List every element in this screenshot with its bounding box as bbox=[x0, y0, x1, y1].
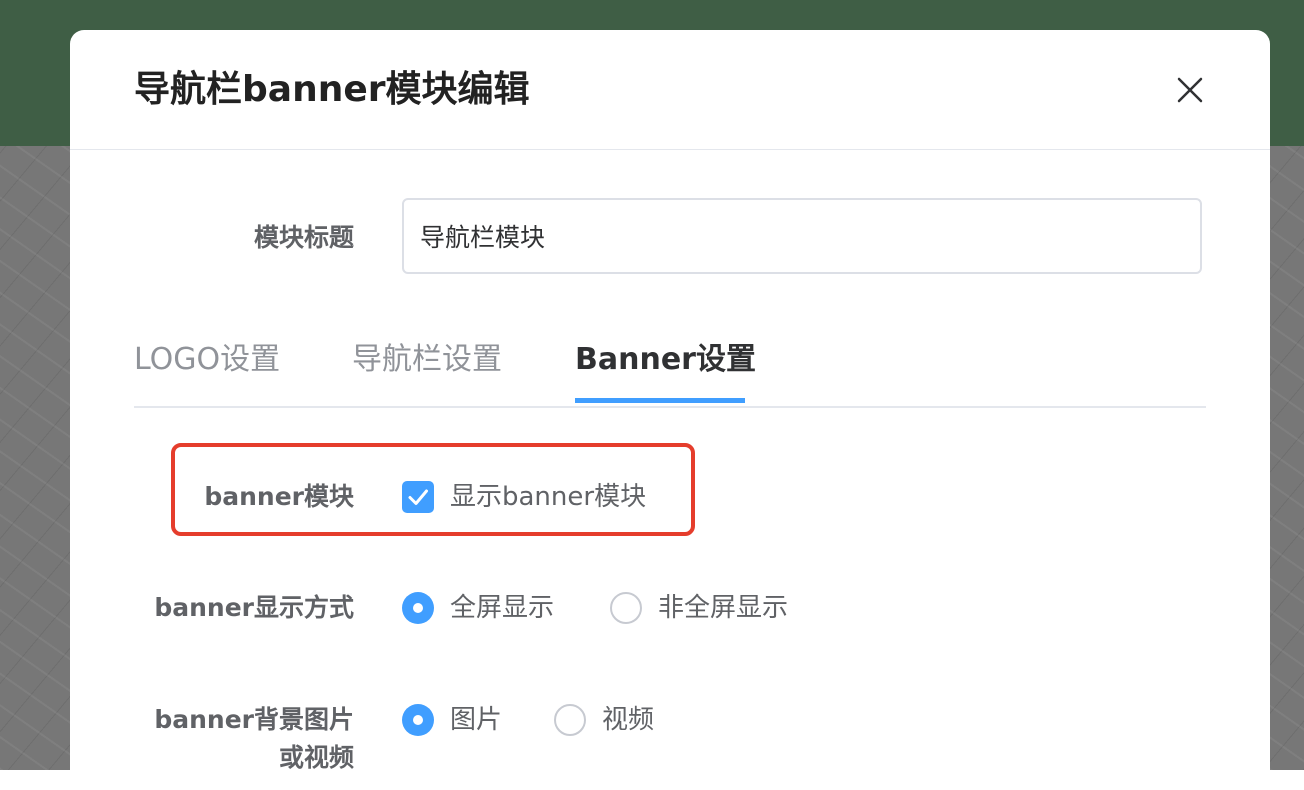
radio-video[interactable] bbox=[554, 704, 586, 736]
show-banner-checkbox-label[interactable]: 显示banner模块 bbox=[450, 481, 646, 513]
banner-background-label-line2: 或视频 bbox=[278, 743, 354, 772]
check-icon bbox=[408, 489, 428, 505]
module-title-label: 模块标题 bbox=[253, 223, 354, 252]
close-icon bbox=[1177, 77, 1203, 103]
settings-tabs: LOGO设置 导航栏设置 Banner设置 bbox=[134, 330, 1206, 408]
banner-edit-dialog: 导航栏banner模块编辑 模块标题 LOGO设置 导航栏设置 Banner设置… bbox=[70, 30, 1270, 790]
radio-image-label[interactable]: 图片 bbox=[450, 704, 502, 736]
banner-background-label-line1: banner背景图片 bbox=[154, 705, 354, 734]
radio-fullscreen[interactable] bbox=[402, 592, 434, 624]
radio-video-label[interactable]: 视频 bbox=[602, 704, 654, 736]
radio-fullscreen-label[interactable]: 全屏显示 bbox=[450, 592, 554, 624]
dialog-title: 导航栏banner模块编辑 bbox=[134, 69, 530, 110]
tab-logo-settings[interactable]: LOGO设置 bbox=[134, 338, 280, 382]
module-title-input[interactable] bbox=[402, 198, 1202, 274]
radio-non-fullscreen-label[interactable]: 非全屏显示 bbox=[658, 592, 788, 624]
tab-banner-settings[interactable]: Banner设置 bbox=[575, 338, 756, 382]
banner-module-label: banner模块 bbox=[204, 482, 354, 511]
tab-navbar-settings[interactable]: 导航栏设置 bbox=[352, 338, 502, 382]
radio-non-fullscreen[interactable] bbox=[610, 592, 642, 624]
show-banner-checkbox[interactable] bbox=[402, 481, 434, 513]
banner-display-label: banner显示方式 bbox=[154, 593, 354, 622]
radio-image[interactable] bbox=[402, 704, 434, 736]
active-tab-indicator bbox=[575, 398, 745, 403]
dialog-header: 导航栏banner模块编辑 bbox=[70, 30, 1270, 150]
close-button[interactable] bbox=[1174, 74, 1206, 106]
